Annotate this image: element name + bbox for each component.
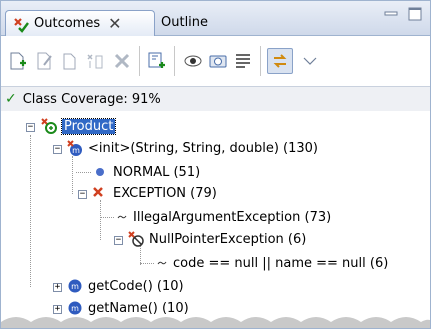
tree-connector [140, 263, 154, 264]
svg-text:m: m [71, 282, 79, 291]
outcomes-icon [14, 17, 29, 33]
normal-outcome-icon [92, 164, 108, 180]
tree-item-label: NORMAL (51) [113, 164, 201, 180]
tree-item-label: code == null || name == null (6) [173, 255, 389, 271]
coverage-text: Class Coverage: 91% [22, 91, 161, 107]
sync-icon[interactable] [267, 48, 293, 74]
tab-outline-label: Outline [161, 14, 209, 30]
tree-item-label: NullPointerException (6) [149, 231, 307, 247]
tree-item-normal[interactable]: NORMAL (51) [92, 161, 200, 183]
expand-toggle[interactable]: + [53, 283, 62, 292]
tree-item-null-pointer[interactable]: NullPointerException (6) [128, 228, 306, 250]
tree-item-label: EXCEPTION (79) [113, 185, 217, 201]
collapse-toggle[interactable]: − [26, 123, 35, 132]
exception-class-icon [128, 231, 144, 247]
tree-item-product[interactable]: Product [41, 115, 117, 137]
collapse-toggle[interactable]: − [114, 236, 123, 245]
checkmark-icon: ✓ [5, 91, 17, 107]
torn-edge-decoration [1, 317, 430, 328]
coverage-status: ✓ Class Coverage: 91% [1, 86, 430, 112]
view-menu-icon[interactable] [299, 50, 321, 72]
tree-item-condition[interactable]: code == null || name == null (6) [156, 252, 388, 274]
tab-outcomes-label: Outcomes [34, 16, 101, 31]
camera-icon[interactable] [207, 50, 229, 72]
edit-icon[interactable] [34, 50, 56, 72]
minimize-icon[interactable] [384, 7, 398, 21]
add-test-icon[interactable] [146, 50, 168, 72]
delete-icon[interactable] [111, 50, 133, 72]
view-tab-bar: Outcomes ✕ Outline [1, 1, 430, 36]
outcomes-tree: − Product − m <init>(String, String, dou… [1, 111, 430, 328]
tree-item-label: getCode() (10) [88, 278, 184, 294]
tree-connector [100, 200, 101, 240]
tree-item-init[interactable]: m <init>(String, String, double) (130) [67, 137, 318, 159]
method-outcome-icon: m [67, 140, 83, 156]
window-controls [384, 7, 422, 21]
tree-connector [30, 135, 31, 287]
tree-item-label: IllegalArgumentException (73) [133, 209, 332, 225]
tree-connector [76, 172, 91, 173]
svg-text:m: m [72, 146, 80, 155]
toolbar-separator [174, 46, 175, 76]
tree-item-exception[interactable]: EXCEPTION (79) [92, 182, 217, 204]
tree-connector [100, 217, 114, 218]
expand-toggle[interactable]: + [53, 305, 62, 314]
tree-connector [72, 156, 73, 194]
tree-item-illegal-argument[interactable]: IllegalArgumentException (73) [116, 206, 331, 228]
list-icon[interactable] [232, 50, 254, 72]
maximize-icon[interactable] [408, 7, 422, 21]
tilde-icon [156, 255, 168, 271]
class-outcome-icon [41, 118, 57, 134]
tree-item-label: Product [60, 117, 117, 135]
tilde-icon [116, 209, 128, 225]
tab-outline[interactable]: Outline [161, 10, 236, 34]
view-icon[interactable] [182, 50, 204, 72]
tree-item-label: <init>(String, String, double) (130) [88, 140, 319, 156]
outcomes-view: Outcomes ✕ Outline ✓ Class Coverage: 91%… [0, 0, 431, 329]
tab-outcomes[interactable]: Outcomes ✕ [5, 10, 155, 36]
close-icon[interactable]: ✕ [108, 14, 121, 33]
collapse-toggle[interactable]: − [78, 190, 87, 199]
collapse-toggle[interactable]: − [53, 145, 62, 154]
new-outcome-icon[interactable] [7, 50, 29, 72]
find-icon[interactable] [84, 50, 106, 72]
copy-icon[interactable] [59, 50, 81, 72]
svg-text:m: m [71, 304, 79, 313]
toolbar-separator [260, 46, 261, 76]
toolbar-separator [139, 46, 140, 76]
exception-outcome-icon [92, 185, 108, 201]
method-icon: m [67, 278, 83, 294]
tree-item-getcode[interactable]: m getCode() (10) [67, 275, 184, 297]
toolbar [1, 36, 430, 86]
